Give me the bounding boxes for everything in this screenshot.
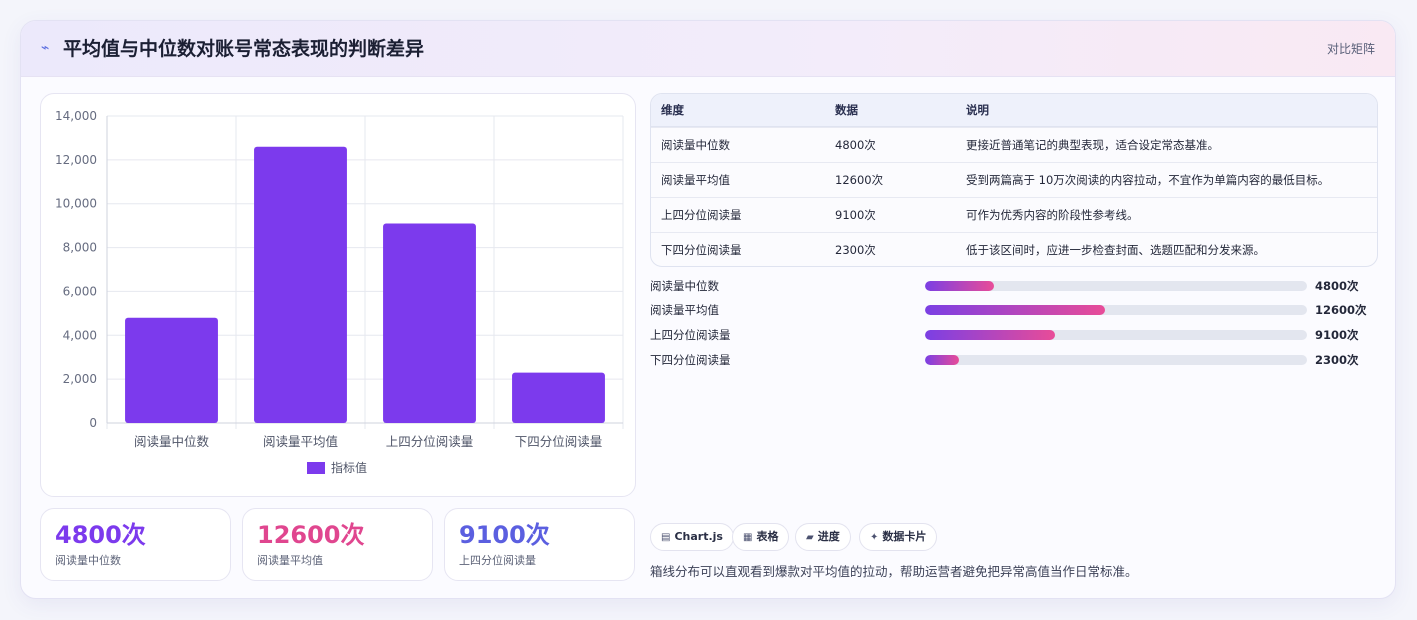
stat-card-upper-quartile: 9100次 上四分位阅读量 bbox=[444, 508, 635, 581]
chip-label: 数据卡片 bbox=[882, 530, 927, 543]
y-tick-label: 2,000 bbox=[63, 372, 97, 386]
table-cell: 上四分位阅读量 bbox=[661, 208, 742, 222]
progress-value: 12600次 bbox=[1315, 303, 1367, 317]
sparkle-icon: ⌁ bbox=[41, 40, 50, 56]
progress-label: 上四分位阅读量 bbox=[650, 328, 731, 342]
table-cell: 更接近普通笔记的典型表现，适合设定常态基准。 bbox=[966, 138, 1219, 152]
progress-value: 4800次 bbox=[1315, 279, 1359, 293]
table-cell: 受到两篇高于 10万次阅读的内容拉动，不宜作为单篇内容的最低目标。 bbox=[966, 173, 1330, 187]
bar-chart: 0 2,000 4,000 6,000 8,000 10,000 12,000 14,000 阅… bbox=[40, 93, 636, 497]
chart-icon: ▤ bbox=[661, 532, 671, 543]
progress-fill bbox=[925, 330, 1055, 340]
table-header-cell: 数据 bbox=[835, 103, 858, 117]
stat-card-mean: 12600次 阅读量平均值 bbox=[242, 508, 433, 581]
x-tick-label: 阅读量平均值 bbox=[263, 434, 338, 449]
table-cell: 4800次 bbox=[835, 138, 876, 152]
chip-data-cards[interactable]: ✦ 数据卡片 bbox=[859, 523, 938, 551]
progress-track bbox=[925, 330, 1307, 340]
table-row: 上四分位阅读量 9100次 可作为优秀内容的阶段性参考线。 bbox=[651, 197, 1377, 232]
stat-card-median: 4800次 阅读量中位数 bbox=[40, 508, 231, 581]
progress-label: 下四分位阅读量 bbox=[650, 353, 731, 367]
bar bbox=[125, 317, 218, 423]
progress-track bbox=[925, 305, 1307, 315]
chip-progress[interactable]: ▰ 进度 bbox=[795, 523, 851, 551]
table-row: 阅读量中位数 4800次 更接近普通笔记的典型表现，适合设定常态基准。 bbox=[651, 127, 1377, 162]
stat-label: 上四分位阅读量 bbox=[459, 554, 536, 567]
table-row: 下四分位阅读量 2300次 低于该区间时，应进一步检查封面、选题匹配和分发来源。 bbox=[651, 232, 1377, 266]
chip-label: Chart.js bbox=[674, 530, 723, 543]
card-title: 平均值与中位数对账号常态表现的判断差异 bbox=[63, 38, 425, 60]
table-header-row: 维度 数据 说明 bbox=[651, 94, 1377, 127]
table-cell: 可作为优秀内容的阶段性参考线。 bbox=[966, 208, 1139, 222]
progress-fill bbox=[925, 281, 994, 291]
x-tick-label: 上四分位阅读量 bbox=[386, 434, 474, 449]
table-cell: 12600次 bbox=[835, 173, 884, 187]
data-table: 维度 数据 说明 阅读量中位数 4800次 更接近普通笔记的典型表现，适合设定常… bbox=[650, 93, 1378, 267]
stat-value: 12600次 bbox=[257, 521, 365, 549]
table-header-cell: 说明 bbox=[966, 103, 989, 117]
table-cell: 阅读量中位数 bbox=[661, 138, 730, 152]
progress-icon: ▰ bbox=[806, 532, 814, 543]
table-cell: 2300次 bbox=[835, 243, 876, 257]
sparkle-icon: ✦ bbox=[870, 532, 879, 543]
card-header: ⌁ 平均值与中位数对账号常态表现的判断差异 对比矩阵 bbox=[21, 21, 1395, 77]
progress-track bbox=[925, 281, 1307, 291]
progress-track bbox=[925, 355, 1307, 365]
y-tick-label: 4,000 bbox=[63, 328, 97, 342]
bar bbox=[254, 146, 347, 423]
stat-value: 4800次 bbox=[55, 521, 146, 549]
y-tick-label: 12,000 bbox=[55, 153, 97, 167]
x-tick-label: 阅读量中位数 bbox=[134, 434, 210, 449]
chip-label: 表格 bbox=[756, 530, 779, 543]
table-cell: 阅读量平均值 bbox=[661, 173, 730, 187]
y-tick-label: 0 bbox=[89, 416, 97, 430]
legend-swatch bbox=[307, 462, 325, 474]
chip-table[interactable]: ▦ 表格 bbox=[732, 523, 790, 551]
progress-fill bbox=[925, 355, 960, 365]
table-cell: 低于该区间时，应进一步检查封面、选题匹配和分发来源。 bbox=[966, 243, 1265, 257]
chip-chartjs[interactable]: ▤ Chart.js bbox=[650, 523, 734, 551]
mode-label[interactable]: 对比矩阵 bbox=[1327, 40, 1375, 58]
table-icon: ▦ bbox=[743, 532, 753, 543]
table-cell: 下四分位阅读量 bbox=[661, 243, 742, 257]
progress-label: 阅读量平均值 bbox=[650, 303, 719, 317]
y-tick-label: 6,000 bbox=[63, 284, 97, 298]
legend-label: 指标值 bbox=[331, 460, 367, 475]
chip-label: 进度 bbox=[817, 530, 840, 543]
bar bbox=[383, 223, 476, 423]
progress-value: 2300次 bbox=[1315, 353, 1359, 367]
progress-fill bbox=[925, 305, 1105, 315]
y-tick-label: 10,000 bbox=[55, 197, 97, 211]
stat-label: 阅读量中位数 bbox=[55, 554, 121, 567]
comparison-card: ⌁ 平均值与中位数对账号常态表现的判断差异 对比矩阵 0 2,000 4,000 6,… bbox=[20, 20, 1396, 599]
progress-label: 阅读量中位数 bbox=[650, 279, 719, 293]
stat-label: 阅读量平均值 bbox=[257, 554, 323, 567]
x-tick-label: 下四分位阅读量 bbox=[515, 434, 603, 449]
y-tick-label: 8,000 bbox=[63, 241, 97, 255]
table-row: 阅读量平均值 12600次 受到两篇高于 10万次阅读的内容拉动，不宜作为单篇内… bbox=[651, 162, 1377, 197]
y-tick-label: 14,000 bbox=[55, 109, 97, 123]
stat-value: 9100次 bbox=[459, 521, 550, 549]
table-header-cell: 维度 bbox=[661, 103, 684, 117]
progress-value: 9100次 bbox=[1315, 328, 1359, 342]
table-cell: 9100次 bbox=[835, 208, 876, 222]
bar bbox=[512, 372, 605, 423]
bar-chart-svg: 0 2,000 4,000 6,000 8,000 10,000 12,000 14,000 阅… bbox=[55, 109, 624, 475]
footnote: 箱线分布可以直观看到爆款对平均值的拉动，帮助运营者避免把异常高值当作日常标准。 bbox=[650, 564, 1138, 579]
